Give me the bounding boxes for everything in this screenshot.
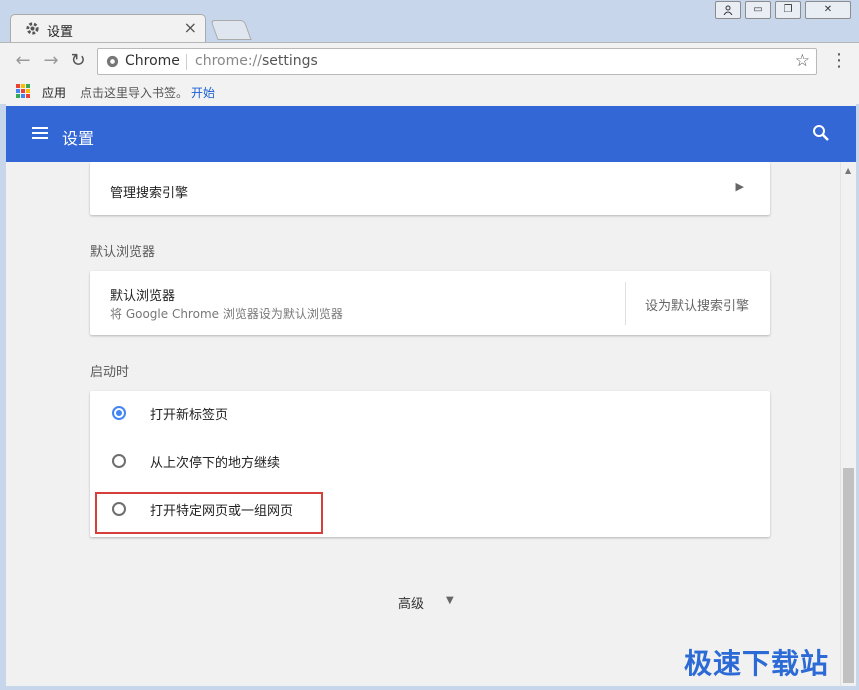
address-bar[interactable]: Chrome chrome://settings ☆ [97, 48, 817, 75]
omnibox-divider [186, 54, 187, 70]
card-divider [625, 282, 626, 325]
apps-grid-dot [26, 94, 30, 98]
bookmark-import-hint: 点击这里导入书签。 [80, 86, 189, 100]
startup-option-label: 打开新标签页 [150, 408, 229, 423]
tab-close-icon[interactable]: × [184, 18, 197, 37]
url-text: chrome://settings [195, 53, 318, 69]
scroll-up-arrow-icon[interactable]: ▲ [845, 166, 851, 175]
scrollbar[interactable]: ▲ [840, 162, 856, 686]
startup-option-new-tab[interactable]: 打开新标签页 [110, 399, 610, 429]
startup-option-label: 从上次停下的地方继续 [150, 456, 281, 471]
new-tab-button[interactable] [210, 20, 252, 40]
person-icon [723, 5, 733, 16]
bookmark-start-link[interactable]: 开始 [191, 84, 215, 101]
back-button[interactable]: ← [12, 50, 34, 72]
apps-grid-dot [16, 94, 20, 98]
settings-content: 管理搜索引擎 ▶ 默认浏览器 默认浏览器 将 Google Chrome 浏览器… [6, 162, 840, 686]
minimize-button[interactable]: ▭ [745, 1, 771, 19]
chevron-down-icon[interactable]: ▼ [446, 595, 454, 606]
manage-search-engines-label: 管理搜索引擎 [110, 186, 189, 201]
search-icon[interactable] [812, 124, 830, 142]
settings-header: 设置 [6, 106, 856, 162]
menu-icon[interactable] [32, 127, 48, 139]
default-browser-card: 默认浏览器 将 Google Chrome 浏览器设为默认浏览器 设为默认搜索引… [90, 271, 770, 335]
window-controls: ▭ ❐ ✕ [715, 1, 851, 19]
watermark-text: 极速下载站 [684, 647, 830, 680]
apps-grid-dot [21, 84, 25, 88]
apps-grid-icon[interactable] [16, 84, 30, 98]
url-scheme: chrome:// [195, 53, 262, 69]
window-frame-bottom [0, 686, 859, 690]
default-browser-description: 将 Google Chrome 浏览器设为默认浏览器 [110, 307, 343, 321]
make-default-button[interactable]: 设为默认搜索引擎 [645, 295, 749, 314]
radio-unchecked-icon[interactable] [112, 454, 126, 468]
chrome-page-icon [106, 55, 119, 68]
apps-grid-dot [16, 84, 20, 88]
apps-grid-dot [21, 89, 25, 93]
forward-button[interactable]: → [40, 50, 62, 72]
tab-settings[interactable]: 设置 × [10, 14, 206, 42]
highlight-box [95, 492, 323, 534]
apps-grid-dot [16, 89, 20, 93]
scrollbar-thumb[interactable] [843, 468, 854, 683]
bookmark-star-icon[interactable]: ☆ [795, 51, 810, 71]
reload-button[interactable]: ↻ [67, 50, 89, 72]
default-browser-heading: 默认浏览器 [90, 245, 156, 260]
default-browser-title: 默认浏览器 [110, 289, 176, 304]
page-title: 设置 [62, 129, 95, 148]
title-bar: 设置 × ▭ ❐ ✕ [0, 0, 859, 43]
maximize-button[interactable]: ❐ [775, 1, 801, 19]
startup-option-continue[interactable]: 从上次停下的地方继续 [110, 447, 610, 477]
manage-search-engines-card[interactable]: 管理搜索引擎 ▶ [90, 162, 770, 215]
gear-icon [26, 22, 39, 35]
user-profile-button[interactable] [715, 1, 741, 19]
chrome-menu-icon[interactable]: ⋮ [830, 50, 848, 71]
site-name: Chrome [125, 53, 180, 69]
chevron-right-icon: ▶ [735, 180, 744, 193]
url-path: settings [262, 53, 318, 69]
bookmarks-bar: 应用 点击这里导入书签。 开始 [0, 79, 859, 104]
radio-checked-icon[interactable] [112, 406, 126, 420]
browser-toolbar: ← → ↻ Chrome chrome://settings ☆ ⋮ [0, 43, 859, 79]
advanced-toggle[interactable]: 高级 [398, 593, 424, 612]
apps-grid-dot [21, 94, 25, 98]
apps-grid-dot [26, 89, 30, 93]
close-window-button[interactable]: ✕ [805, 1, 851, 19]
apps-grid-dot [26, 84, 30, 88]
bookmark-apps[interactable]: 应用 [42, 84, 66, 101]
tab-title: 设置 [47, 25, 74, 40]
startup-heading: 启动时 [90, 365, 130, 380]
